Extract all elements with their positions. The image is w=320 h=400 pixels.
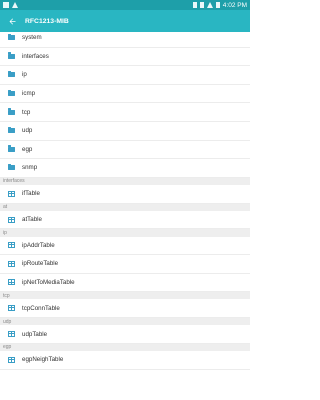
- folder-label: tcp: [22, 108, 31, 116]
- section-header-at: at: [0, 203, 250, 211]
- section-header-egp: egp: [0, 343, 250, 352]
- table-item-attable[interactable]: atTable: [0, 211, 250, 230]
- folder-item-ip[interactable]: ip: [0, 66, 250, 85]
- folder-item-interfaces[interactable]: interfaces: [0, 48, 250, 67]
- bluetooth-icon: [192, 2, 197, 8]
- folder-icon: [7, 70, 15, 78]
- page-title: RFC1213-MIB: [25, 17, 69, 25]
- table-icon: [7, 279, 15, 286]
- table-item-iftable[interactable]: ifTable: [0, 185, 250, 204]
- table-icon: [7, 305, 15, 312]
- table-label: ipAddrTable: [22, 241, 55, 249]
- table-label: tcpConnTable: [22, 304, 60, 312]
- section-header-udp: udp: [0, 318, 250, 326]
- table-icon: [7, 331, 15, 338]
- folder-icon: [7, 33, 15, 41]
- folder-item-system[interactable]: system: [0, 29, 250, 48]
- table-label: ipRouteTable: [22, 260, 59, 268]
- folder-item-udp[interactable]: udp: [0, 122, 250, 141]
- table-label: ipNetToMediaTable: [22, 278, 75, 286]
- folder-label: interfaces: [22, 52, 49, 60]
- table-icon: [7, 260, 15, 267]
- status-time: 4:02 PM: [222, 1, 247, 9]
- folder-icon: [7, 145, 15, 152]
- folder-item-tcp[interactable]: tcp: [0, 103, 250, 122]
- table-icon: [7, 242, 15, 249]
- folder-label: udp: [22, 127, 33, 135]
- folder-label: system: [22, 34, 42, 42]
- folder-icon: [7, 89, 15, 97]
- folder-item-icmp[interactable]: icmp: [0, 85, 250, 104]
- warning-icon: [12, 2, 18, 8]
- table-icon: [7, 216, 15, 223]
- table-item-egpneightable[interactable]: egpNeighTable: [0, 351, 250, 370]
- folder-label: icmp: [22, 90, 36, 98]
- folder-label: ip: [22, 71, 27, 79]
- vibrate-icon: [199, 2, 204, 8]
- table-icon: [7, 190, 15, 197]
- folder-icon: [7, 163, 15, 171]
- folder-icon: [7, 108, 15, 115]
- table-item-ipnettomediatable[interactable]: ipNetToMediaTable: [0, 274, 250, 293]
- notification-icon: [3, 2, 9, 8]
- table-icon: [7, 356, 15, 363]
- table-label: ifTable: [22, 190, 40, 198]
- folder-label: egp: [22, 145, 33, 153]
- folder-item-egp[interactable]: egp: [0, 141, 250, 160]
- section-header-tcp: tcp: [0, 292, 250, 300]
- table-item-iproutetable[interactable]: ipRouteTable: [0, 255, 250, 274]
- arrow-back-icon: [9, 18, 15, 24]
- wifi-icon: [206, 2, 213, 8]
- table-item-udptable[interactable]: udpTable: [0, 325, 250, 344]
- section-header-interfaces: interfaces: [0, 177, 250, 185]
- table-label: udpTable: [22, 330, 48, 338]
- table-item-ipaddrtable[interactable]: ipAddrTable: [0, 237, 250, 256]
- status-bar: 4:02 PM: [0, 0, 250, 10]
- mib-tree-list: system interfaces ip icmp tcp udp egp sn…: [0, 29, 250, 370]
- table-item-tcpconntable[interactable]: tcpConnTable: [0, 299, 250, 319]
- folder-icon: [7, 126, 15, 134]
- table-label: egpNeighTable: [22, 356, 64, 364]
- folder-item-snmp[interactable]: snmp: [0, 159, 250, 178]
- section-header-ip: ip: [0, 229, 250, 237]
- folder-label: snmp: [22, 164, 38, 172]
- battery-icon: [215, 2, 220, 8]
- table-label: atTable: [22, 216, 42, 224]
- folder-icon: [7, 52, 15, 59]
